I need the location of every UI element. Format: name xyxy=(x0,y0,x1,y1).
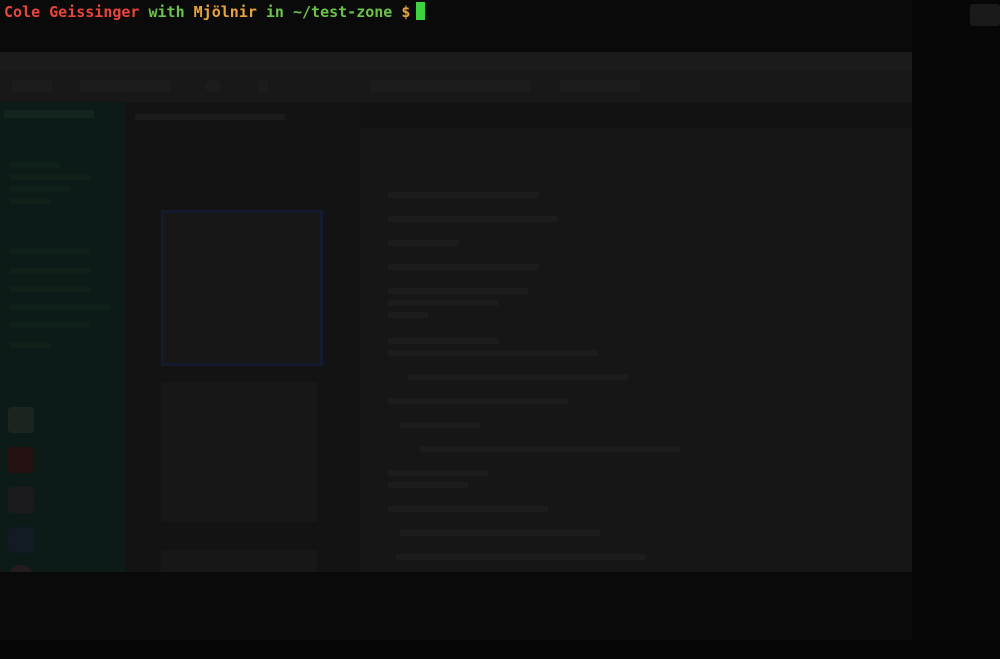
editor-line xyxy=(388,398,568,404)
editor-line xyxy=(396,554,646,560)
sidebar-item xyxy=(10,186,70,192)
editor-line xyxy=(400,530,600,536)
editor-line xyxy=(388,482,468,488)
sidebar-item xyxy=(10,174,90,180)
sidebar-item xyxy=(10,198,50,204)
note-list xyxy=(125,102,360,572)
adjacent-window xyxy=(912,0,1000,659)
editor-line xyxy=(400,422,480,428)
tags-icon xyxy=(8,487,34,513)
editor-line xyxy=(388,216,558,222)
note-card-selected xyxy=(161,210,323,366)
prompt-hostname: Mjölnir xyxy=(193,3,257,21)
sidebar-item xyxy=(10,322,90,328)
account-menu xyxy=(80,80,170,92)
editor-line xyxy=(388,470,488,476)
sidebar-item xyxy=(10,304,110,310)
window-button xyxy=(970,4,1000,26)
background-app-window xyxy=(0,52,912,572)
terminal-cursor xyxy=(416,2,426,20)
sidebar-item xyxy=(10,342,50,348)
market-icon xyxy=(8,565,34,572)
editor-line xyxy=(388,192,538,198)
sidebar-item xyxy=(10,162,60,168)
editor-line xyxy=(420,446,680,452)
prompt-with: with xyxy=(148,3,185,21)
prompt-username: Cole Geissinger xyxy=(4,3,140,21)
sidebar-item xyxy=(10,268,90,274)
terminal-prompt[interactable]: Cole Geissinger with Mjölnir in ~/test-z… xyxy=(4,2,426,22)
notebook-selector xyxy=(370,80,530,92)
note-card xyxy=(161,382,317,522)
editor-line xyxy=(388,350,598,356)
search-box xyxy=(560,80,640,92)
prompt-in: in xyxy=(265,3,284,21)
bottom-bar xyxy=(0,640,1000,659)
app-toolbar xyxy=(0,70,912,102)
editor-line xyxy=(388,338,498,344)
sync-icon xyxy=(205,80,221,92)
editor-line xyxy=(388,300,498,306)
editor-line xyxy=(408,374,628,380)
editor-line xyxy=(388,240,458,246)
notebooks-icon xyxy=(8,447,34,473)
notes-icon xyxy=(8,407,34,433)
sidebar xyxy=(0,102,125,572)
editor-line xyxy=(388,264,538,270)
bell-icon xyxy=(258,80,268,92)
sidebar-header xyxy=(4,110,94,118)
app-titlebar xyxy=(0,52,912,70)
prompt-path: ~/test-zone xyxy=(293,3,393,21)
note-list-header xyxy=(135,114,285,120)
atlas-icon xyxy=(8,527,34,553)
nav-arrows xyxy=(12,80,52,92)
sidebar-item xyxy=(10,248,90,254)
note-card xyxy=(161,550,317,572)
sidebar-item xyxy=(10,286,90,292)
editor-toolbar xyxy=(360,102,912,128)
prompt-symbol: $ xyxy=(401,3,411,21)
editor-line xyxy=(388,288,528,294)
editor-line xyxy=(388,312,428,318)
editor-line xyxy=(388,506,548,512)
note-editor xyxy=(360,102,912,572)
